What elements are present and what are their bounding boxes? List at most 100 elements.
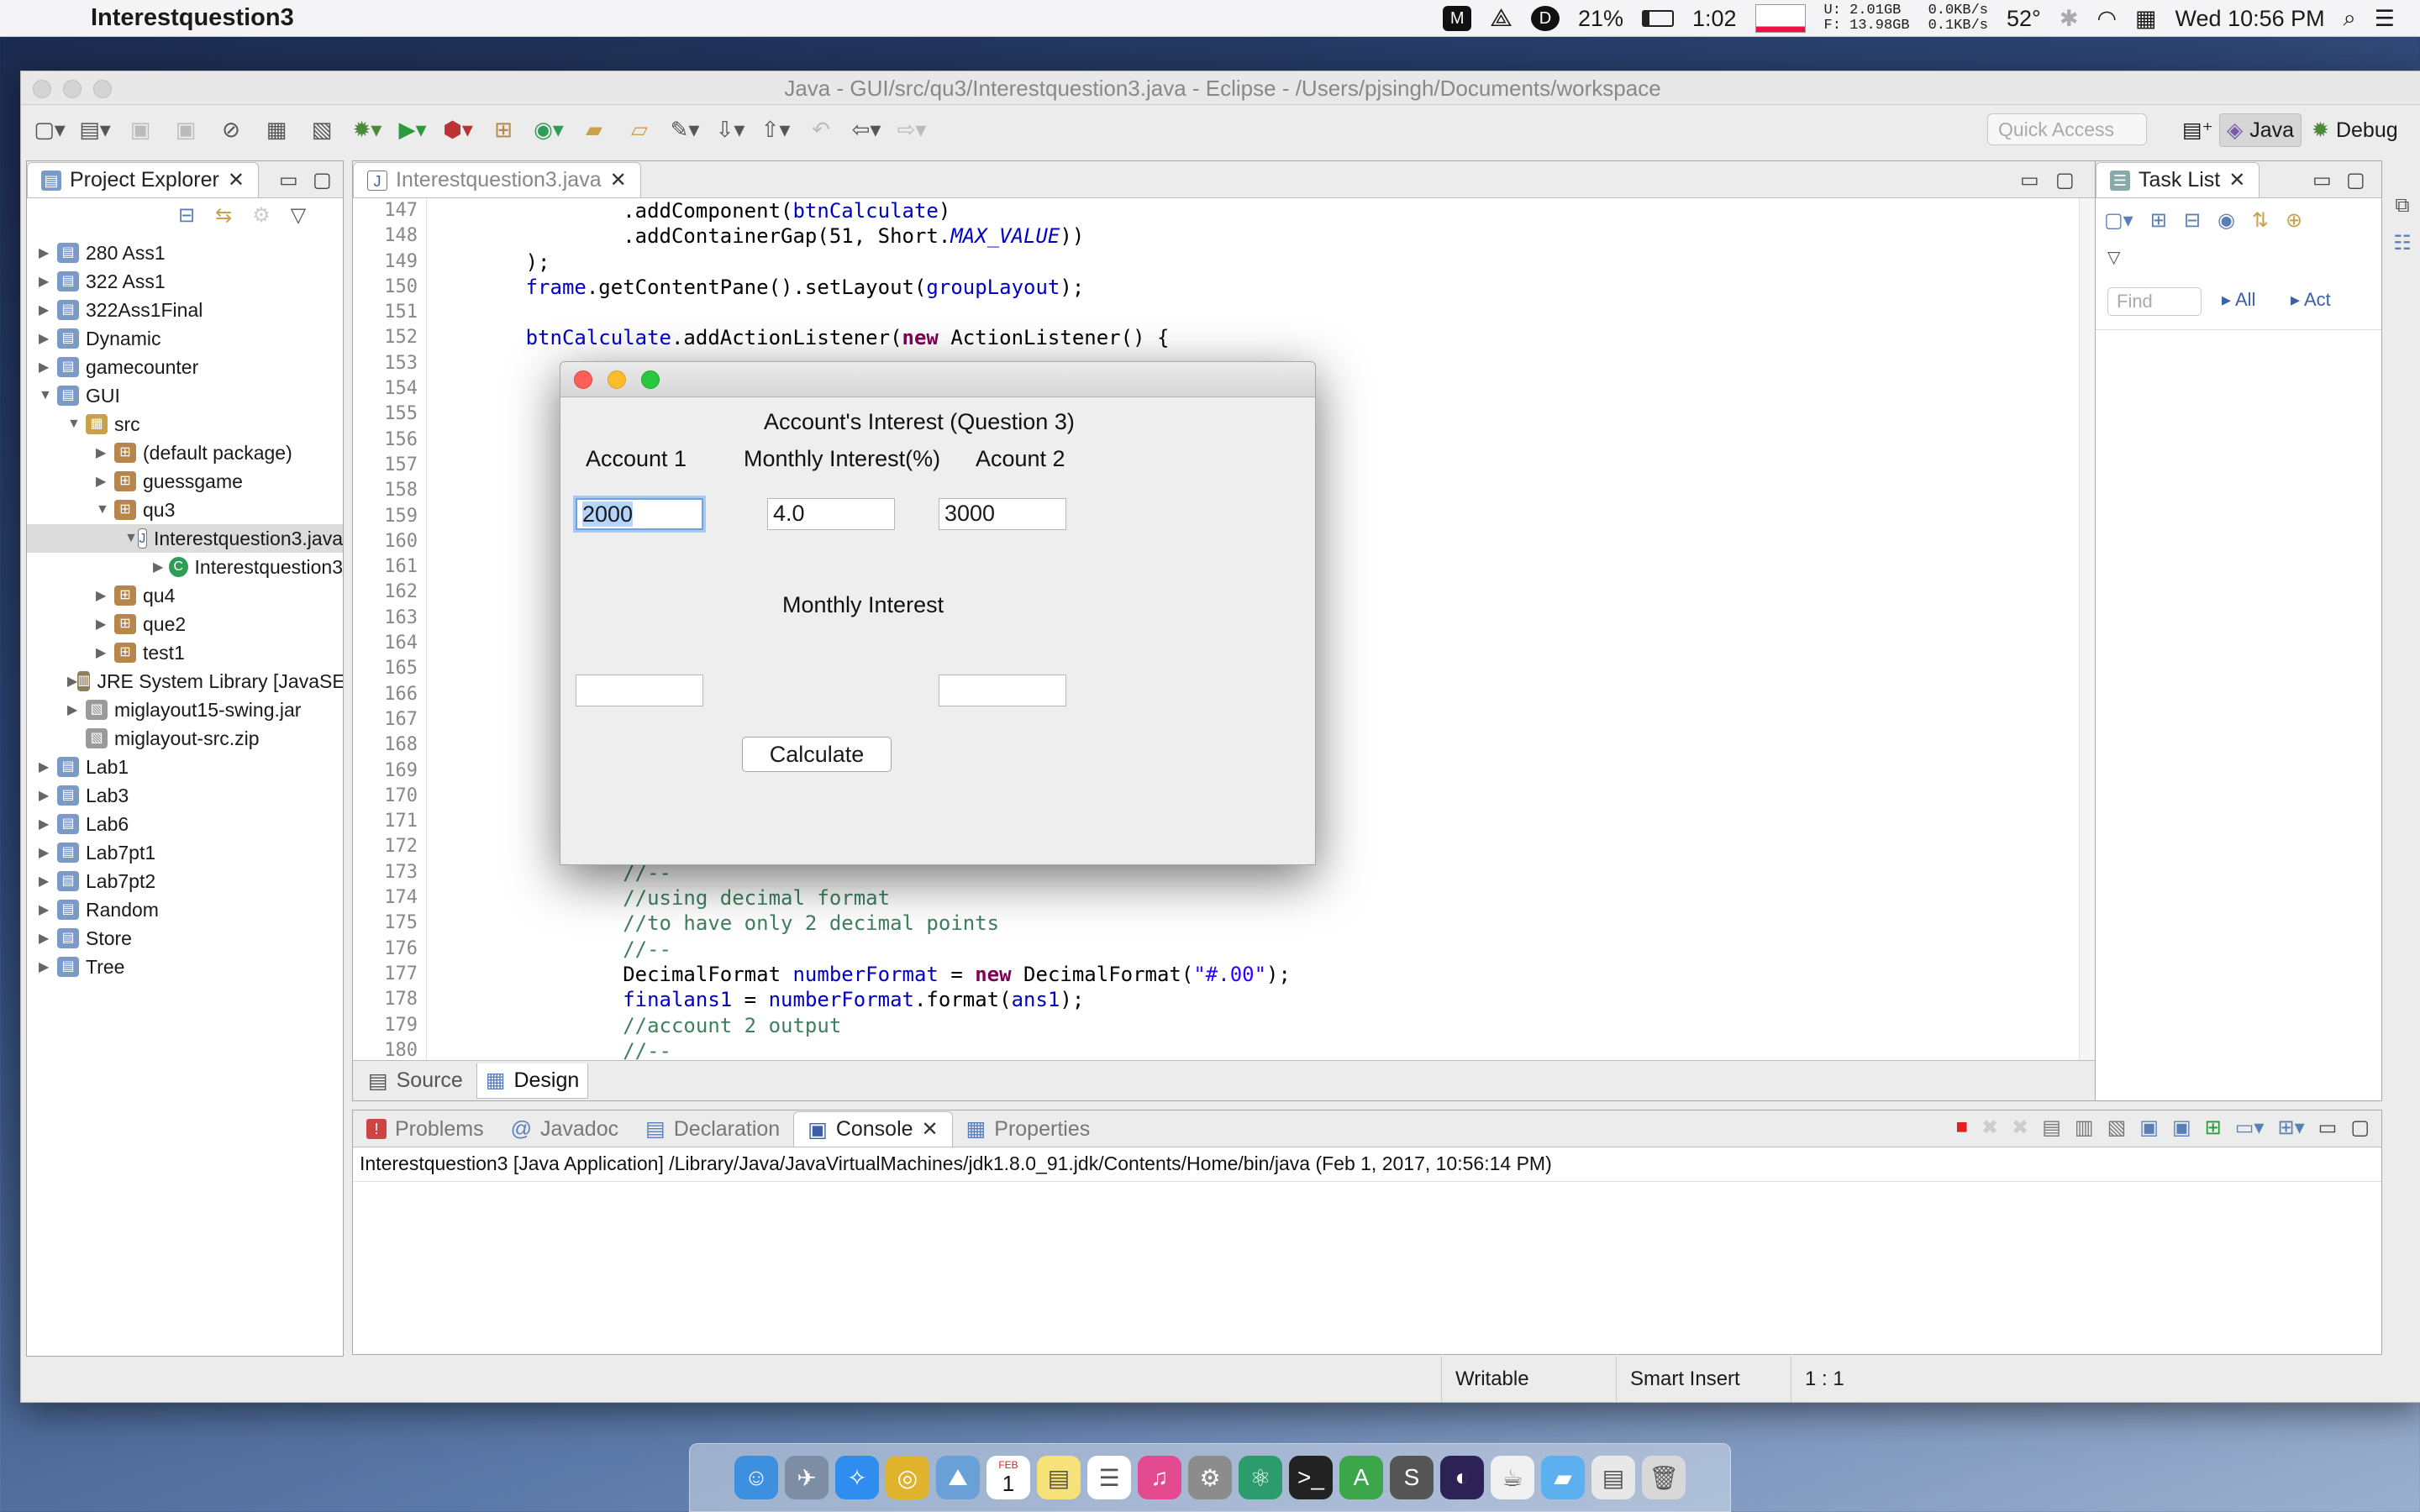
- next-annotation-icon[interactable]: ⇩▾: [713, 113, 747, 146]
- tree-item-store[interactable]: ▶ ▤ Store: [27, 924, 343, 953]
- task-find-input[interactable]: Find: [2107, 287, 2202, 316]
- tree-item-322-ass1[interactable]: ▶ ▤ 322 Ass1: [27, 267, 343, 296]
- maximize-icon[interactable]: ▢: [2350, 1116, 2370, 1140]
- java-icon[interactable]: ☕: [1491, 1456, 1534, 1499]
- link-icon[interactable]: ⊕: [2286, 208, 2302, 233]
- tab-declaration[interactable]: ▤ Declaration: [632, 1111, 793, 1147]
- tree-item-guessgame[interactable]: ▶ ⊞ guessgame: [27, 467, 343, 496]
- tree-item-miglayout15-swing-jar[interactable]: ▶ ▧ miglayout15-swing.jar: [27, 696, 343, 724]
- tree-item-src[interactable]: ▼ ▦ src: [27, 410, 343, 438]
- close-icon[interactable]: ✕: [610, 168, 627, 192]
- open-console-icon[interactable]: ⊞▾: [2277, 1116, 2304, 1140]
- folder-icon[interactable]: ▰: [1541, 1456, 1585, 1499]
- link-with-editor-icon[interactable]: ⇆: [215, 203, 232, 228]
- tree-item-gui[interactable]: ▼ ▤ GUI: [27, 381, 343, 410]
- zoom-window-button[interactable]: [93, 80, 112, 98]
- tree-item-lab7pt2[interactable]: ▶ ▤ Lab7pt2: [27, 867, 343, 895]
- save-all-icon[interactable]: ▣: [169, 113, 203, 146]
- hierarchy-icon[interactable]: ⊟: [2184, 208, 2201, 233]
- minimize-icon[interactable]: ▭: [2020, 168, 2039, 192]
- search-tool-icon[interactable]: ✎▾: [668, 113, 702, 146]
- tab-editor-file[interactable]: J Interestquestion3.java ✕: [353, 162, 641, 197]
- minimize-icon[interactable]: ▭: [279, 168, 298, 192]
- documents-icon[interactable]: ▤: [1591, 1456, 1635, 1499]
- back-icon[interactable]: ⇦▾: [850, 113, 883, 146]
- terminate-icon[interactable]: ■: [1955, 1116, 1968, 1140]
- expand-arrow-icon[interactable]: ▶: [67, 673, 77, 690]
- expand-arrow-icon[interactable]: ▶: [96, 444, 114, 461]
- display-console-icon[interactable]: ▭▾: [2235, 1116, 2265, 1140]
- tree-item-lab1[interactable]: ▶ ▤ Lab1: [27, 753, 343, 781]
- tree-item-qu3[interactable]: ▼ ⊞ qu3: [27, 496, 343, 524]
- tab-problems[interactable]: ! Problems: [353, 1111, 497, 1147]
- reminders-icon[interactable]: ☰: [1087, 1456, 1131, 1499]
- last-edit-icon[interactable]: ↶: [804, 113, 838, 146]
- new-icon[interactable]: ▢▾: [33, 113, 66, 146]
- tab-javadoc[interactable]: @ Javadoc: [497, 1111, 633, 1147]
- skip-breakpoints-icon[interactable]: ⊘: [214, 113, 248, 146]
- tab-properties[interactable]: ▦ Properties: [953, 1111, 1104, 1147]
- prev-annotation-icon[interactable]: ⇧▾: [759, 113, 792, 146]
- memory-meter[interactable]: U: 2.01GB F: 13.98GB: [1824, 3, 1910, 34]
- search-icon[interactable]: ⌕: [2344, 5, 2356, 32]
- finder-icon[interactable]: ☺: [734, 1456, 778, 1499]
- chrome-icon[interactable]: ◎: [886, 1456, 929, 1499]
- expand-arrow-icon[interactable]: ▶: [96, 616, 114, 633]
- input-source-icon[interactable]: ▦: [2135, 6, 2157, 32]
- dialog-minimize-button[interactable]: [608, 370, 626, 389]
- new-package-icon[interactable]: ⊞: [487, 113, 520, 146]
- expand-arrow-icon[interactable]: ▶: [96, 587, 114, 604]
- expand-arrow-icon[interactable]: ▶: [39, 273, 57, 290]
- status-insert-mode[interactable]: Smart Insert: [1616, 1357, 1784, 1402]
- cpu-graph[interactable]: [1754, 4, 1806, 33]
- expand-arrow-icon[interactable]: ▶: [39, 816, 57, 832]
- sublime-icon[interactable]: S: [1390, 1456, 1434, 1499]
- close-icon[interactable]: ✕: [922, 1117, 939, 1142]
- atom-icon[interactable]: ⚛: [1239, 1456, 1282, 1499]
- word-wrap-icon[interactable]: ▧: [2107, 1116, 2127, 1140]
- open-type-icon[interactable]: ▦: [260, 113, 293, 146]
- tree-item-280-ass1[interactable]: ▶ ▤ 280 Ass1: [27, 239, 343, 267]
- view-menu-icon[interactable]: ▽: [2107, 247, 2120, 268]
- forward-icon[interactable]: ⇨▾: [895, 113, 929, 146]
- new-task-icon[interactable]: ▢▾: [2104, 208, 2133, 233]
- account1-input[interactable]: 2000: [576, 498, 703, 530]
- tab-task-list[interactable]: ☰ Task List ✕: [2096, 162, 2260, 197]
- remove-all-icon[interactable]: ✖: [2012, 1116, 2028, 1140]
- minimize-icon[interactable]: ▭: [2318, 1116, 2338, 1140]
- tree-item-lab6[interactable]: ▶ ▤ Lab6: [27, 810, 343, 838]
- save-icon[interactable]: ▣: [124, 113, 157, 146]
- minimize-icon[interactable]: ▭: [2312, 168, 2332, 192]
- tree-item-lab3[interactable]: ▶ ▤ Lab3: [27, 781, 343, 810]
- close-icon[interactable]: ✕: [2228, 168, 2245, 192]
- tab-source[interactable]: ▤ Source: [360, 1063, 471, 1099]
- open-perspective-icon[interactable]: ▤⁺: [2175, 113, 2220, 147]
- expand-arrow-icon[interactable]: ▶: [39, 302, 57, 318]
- tree-item-test1[interactable]: ▶ ⊞ test1: [27, 638, 343, 667]
- monthly-rate-input[interactable]: 4.0: [767, 498, 895, 530]
- android-studio-icon[interactable]: A: [1339, 1456, 1383, 1499]
- filter-icon[interactable]: ⚙: [252, 203, 271, 228]
- maximize-icon[interactable]: ▢: [313, 168, 332, 192]
- network-meter[interactable]: 0.0KB/s 0.1KB/s: [1928, 3, 1988, 34]
- app-name[interactable]: Interestquestion3: [91, 4, 294, 32]
- expand-arrow-icon[interactable]: ▶: [39, 330, 57, 347]
- expand-arrow-icon[interactable]: ▼: [39, 388, 57, 403]
- expand-arrow-icon[interactable]: ▶: [67, 701, 86, 718]
- expand-arrow-icon[interactable]: ▶: [39, 787, 57, 804]
- maximize-icon[interactable]: ▢: [2055, 168, 2075, 192]
- tab-project-explorer[interactable]: ▤ Project Explorer ✕: [27, 162, 259, 197]
- collapse-all-icon[interactable]: ⊟: [178, 203, 195, 228]
- expand-arrow-icon[interactable]: ▶: [153, 559, 169, 575]
- expand-arrow-icon[interactable]: ▶: [39, 873, 57, 890]
- show-stderr-icon[interactable]: ▣: [2172, 1116, 2191, 1140]
- tree-item-dynamic[interactable]: ▶ ▤ Dynamic: [27, 324, 343, 353]
- new-file-icon[interactable]: ▤▾: [78, 113, 112, 146]
- clear-console-icon[interactable]: ▤: [2042, 1116, 2061, 1140]
- all-filter-link[interactable]: ▸ All: [2222, 289, 2255, 311]
- menu-meters-icon[interactable]: M: [1443, 6, 1472, 31]
- eclipse-icon[interactable]: ◐: [1440, 1456, 1484, 1499]
- tree-item--default-package-[interactable]: ▶ ⊞ (default package): [27, 438, 343, 467]
- tree-item-jre-system-library-javase-1-8-[interactable]: ▶▥ JRE System Library [JavaSE-1.8]: [27, 667, 343, 696]
- expand-arrow-icon[interactable]: ▶: [39, 759, 57, 775]
